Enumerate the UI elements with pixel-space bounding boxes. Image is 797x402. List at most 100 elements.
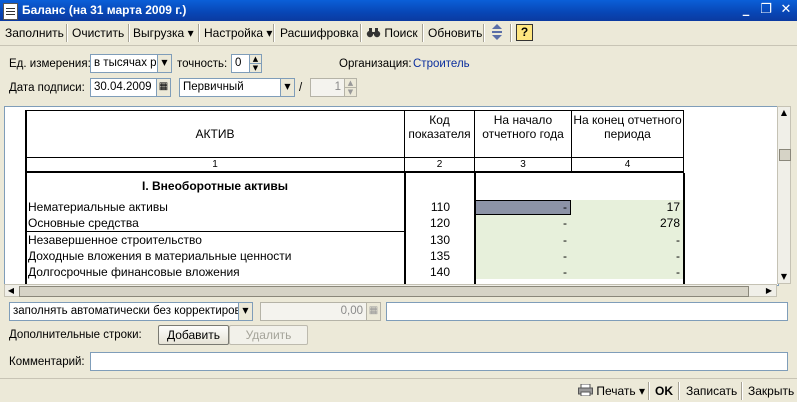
scroll-up-icon[interactable]: ▲ xyxy=(778,107,790,119)
calendar-button[interactable]: ▦ xyxy=(156,78,171,97)
row-end-value[interactable]: - xyxy=(573,265,680,279)
formula-field[interactable] xyxy=(386,302,788,321)
fill-mode-select[interactable]: заполнять автоматически без корректировк… xyxy=(9,302,239,321)
row-name: Долгосрочные финансовые вложения xyxy=(28,265,240,279)
col-number-2: 2 xyxy=(436,159,443,170)
vertical-scroll-thumb[interactable] xyxy=(779,149,791,161)
restore-button[interactable]: ❐ xyxy=(757,2,775,18)
collapse-expand-icon xyxy=(492,24,502,40)
scroll-down-icon[interactable]: ▼ xyxy=(778,271,790,283)
col-number-1: 1 xyxy=(212,159,218,170)
minimize-button[interactable]: _ xyxy=(737,2,755,18)
grid-line xyxy=(683,110,684,172)
save-button[interactable]: Записать xyxy=(686,384,737,398)
document-icon xyxy=(3,3,18,20)
toolbar-separator xyxy=(422,24,424,42)
chevron-down-icon: ▼ xyxy=(284,82,291,91)
horizontal-scroll-thumb[interactable] xyxy=(19,286,749,297)
row-start-value[interactable]: - xyxy=(476,233,567,247)
print-label: Печать ▾ xyxy=(596,384,646,398)
row-start-value[interactable]: - xyxy=(476,265,567,279)
comment-input[interactable] xyxy=(90,352,788,371)
spin-up-icon: ▲ xyxy=(347,79,354,87)
window-title: Баланс (на 31 марта 2009 г.) xyxy=(22,3,187,17)
organization-link[interactable]: Строитель xyxy=(413,58,470,70)
close-window-button[interactable]: ✕ xyxy=(777,2,795,18)
row-code: 140 xyxy=(429,265,450,279)
footer-bar: Печать ▾ OK Записать Закрыть xyxy=(0,378,797,402)
section-title: I. Внеоборотные активы xyxy=(142,179,288,193)
number-input: 1 xyxy=(310,78,345,97)
report-type-dropdown-button[interactable]: ▼ xyxy=(280,78,295,97)
comment-label: Комментарий: xyxy=(9,356,85,368)
row-start-value[interactable]: - xyxy=(476,249,567,263)
precision-input[interactable]: 0 xyxy=(231,54,250,73)
row-name: Доходные вложения в материальные ценност… xyxy=(28,249,292,263)
scroll-left-icon[interactable]: ◀ xyxy=(5,285,17,297)
row-end-value[interactable]: - xyxy=(573,233,680,247)
toolbar-separator xyxy=(510,24,512,42)
unit-dropdown-button[interactable]: ▼ xyxy=(157,54,172,73)
col-number-4: 4 xyxy=(624,159,631,170)
close-button[interactable]: Закрыть xyxy=(748,384,794,398)
ok-button[interactable]: OK xyxy=(655,384,673,398)
calculator-icon: ▦ xyxy=(368,305,379,316)
decode-button[interactable]: Расшифровка xyxy=(280,26,358,40)
scroll-right-icon[interactable]: ▶ xyxy=(763,285,775,297)
extra-rows-label: Дополнительные строки: xyxy=(9,329,142,341)
grid-line xyxy=(404,110,405,172)
fill-mode-dropdown-button[interactable]: ▼ xyxy=(238,302,253,321)
grid-line xyxy=(25,231,405,232)
settings-menu-button[interactable]: Настройка ▾ xyxy=(204,26,272,40)
calendar-icon: ▦ xyxy=(158,81,169,92)
row-end-value[interactable]: 17 xyxy=(573,200,680,214)
toolbar-separator xyxy=(483,24,485,42)
grid-line xyxy=(683,173,685,285)
row-start-value[interactable]: - xyxy=(476,216,567,230)
unit-select[interactable]: в тысячах р xyxy=(90,54,158,73)
search-button[interactable]: Поиск xyxy=(366,26,418,40)
print-button[interactable]: Печать ▾ xyxy=(578,383,646,398)
row-name: Незавершенное строительство xyxy=(28,233,202,247)
grid-line xyxy=(571,110,572,172)
collapse-expand-button[interactable] xyxy=(490,23,504,44)
printer-icon xyxy=(578,383,593,397)
spin-down-icon: ▼ xyxy=(252,64,259,72)
vertical-scrollbar[interactable]: ▲ ▼ xyxy=(777,106,791,284)
toolbar-separator xyxy=(678,382,680,400)
sign-date-input[interactable]: 30.04.2009 xyxy=(90,78,157,97)
precision-down-button[interactable]: ▼ xyxy=(249,63,262,73)
toolbar-separator xyxy=(66,24,68,42)
grid-line xyxy=(474,110,475,172)
spin-down-icon: ▼ xyxy=(347,88,354,96)
unit-label: Ед. измерения: xyxy=(9,58,91,70)
help-button[interactable]: ? xyxy=(516,24,533,41)
organization-label: Организация: xyxy=(339,58,412,70)
clear-button[interactable]: Очистить xyxy=(72,26,124,40)
header-start: На начало отчетного года xyxy=(482,113,564,141)
row-code: 120 xyxy=(429,216,450,230)
chevron-down-icon: ▼ xyxy=(242,306,249,315)
row-code: 130 xyxy=(429,233,450,247)
col-number-3: 3 xyxy=(520,159,526,170)
balance-sheet-table[interactable]: АКТИВ Код показателя На начало отчетного… xyxy=(4,106,779,286)
row-end-value[interactable]: 278 xyxy=(573,216,680,230)
report-type-select[interactable]: Первичный xyxy=(179,78,281,97)
refresh-button[interactable]: Обновить xyxy=(428,26,482,40)
toolbar-separator xyxy=(128,24,130,42)
toolbar-separator xyxy=(360,24,362,42)
toolbar-separator xyxy=(273,24,275,42)
header-code: Код показателя xyxy=(408,113,471,141)
add-row-button[interactable]: Добавить xyxy=(158,325,229,345)
row-start-value[interactable]: - xyxy=(476,200,567,214)
delete-row-button: Удалить xyxy=(229,325,308,345)
fill-button[interactable]: Заполнить xyxy=(5,26,64,40)
row-code: 135 xyxy=(429,249,450,263)
export-menu-button[interactable]: Выгрузка ▾ xyxy=(133,26,194,40)
horizontal-scrollbar[interactable]: ◀ ▶ xyxy=(4,284,777,297)
row-end-value[interactable]: - xyxy=(573,249,680,263)
spin-up-icon: ▲ xyxy=(252,55,259,63)
slash-separator: / xyxy=(299,82,303,94)
toolbar-separator xyxy=(648,382,650,400)
number-down-button: ▼ xyxy=(344,87,357,97)
